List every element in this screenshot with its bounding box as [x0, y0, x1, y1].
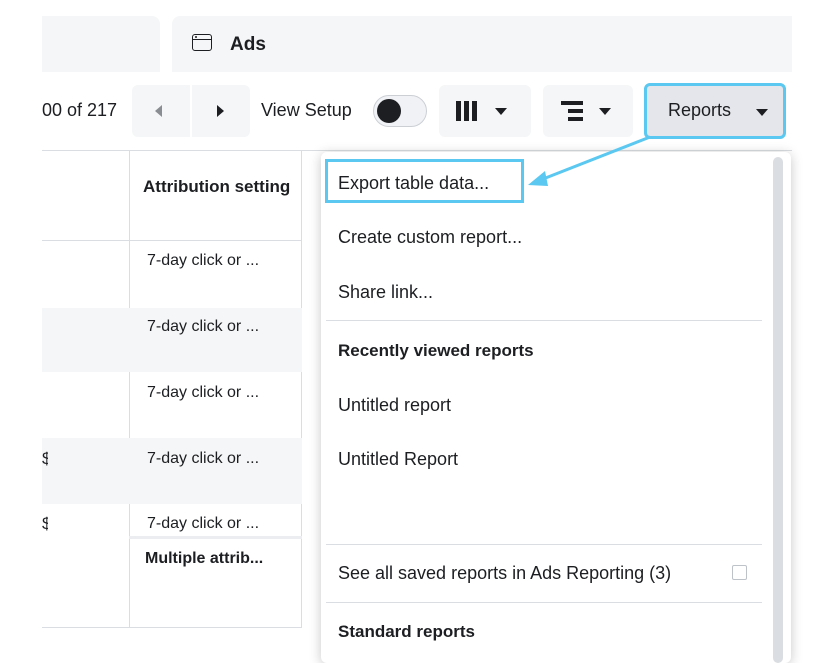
annotation-arrow [528, 135, 651, 186]
